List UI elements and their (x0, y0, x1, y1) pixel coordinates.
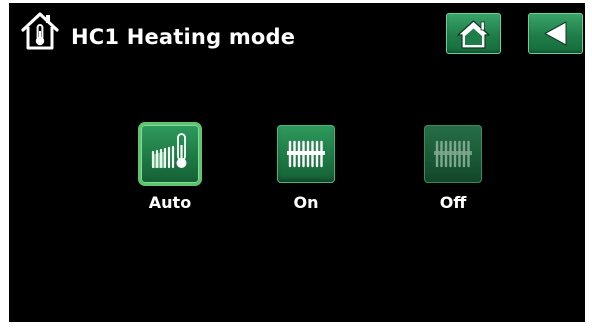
radiator-icon (287, 140, 325, 168)
mode-on-label: On (293, 193, 319, 212)
house-thermometer-icon (20, 9, 60, 51)
mode-on-tile[interactable] (277, 125, 335, 183)
home-button[interactable] (446, 13, 501, 54)
page-title: HC1 Heating mode (71, 25, 296, 49)
radiator-off-icon (434, 140, 472, 168)
mode-auto-label: Auto (148, 193, 192, 212)
screen: HC1 Heating mode Auto On Off (9, 3, 585, 322)
mode-off-button[interactable]: Off (412, 125, 492, 225)
mode-auto-tile[interactable] (141, 125, 199, 183)
mode-off-label: Off (439, 193, 467, 212)
mode-off-tile[interactable] (424, 125, 482, 183)
mode-auto-button[interactable]: Auto (129, 125, 209, 225)
back-arrow-icon (544, 21, 567, 46)
home-icon (457, 20, 490, 49)
mode-on-button[interactable]: On (265, 125, 345, 225)
back-button[interactable] (528, 13, 583, 54)
radiator-thermometer-icon (151, 133, 187, 169)
